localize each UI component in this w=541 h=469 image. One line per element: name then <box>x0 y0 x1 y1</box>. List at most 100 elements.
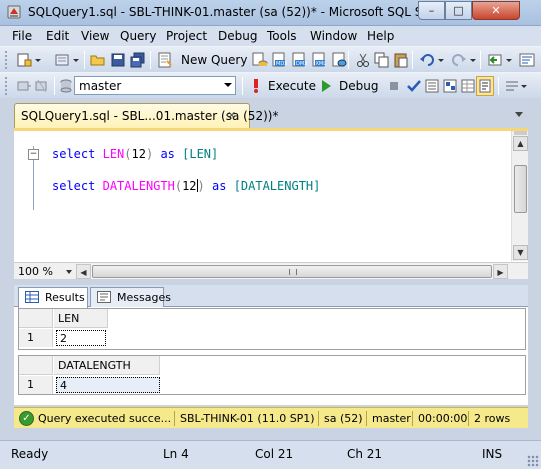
dmx-query-icon[interactable]: DMX <box>292 52 308 68</box>
chevron-down-icon[interactable] <box>224 83 232 87</box>
execute-icon[interactable] <box>248 78 264 94</box>
menu-project[interactable]: Project <box>166 29 207 43</box>
execute-button[interactable]: Execute <box>268 79 316 93</box>
new-query-icon[interactable] <box>157 52 173 68</box>
available-databases-dropdown[interactable]: master <box>74 76 236 95</box>
connect-icon[interactable] <box>16 78 32 94</box>
column-alias: [DATALENGTH] <box>233 179 321 193</box>
editor-vertical-scrollbar[interactable]: ▲ ▼ <box>511 131 528 261</box>
mdx-query-icon[interactable]: MDX <box>272 52 288 68</box>
tab-results[interactable]: Results <box>18 287 88 308</box>
redo-icon[interactable] <box>451 52 467 68</box>
debug-play-icon[interactable] <box>318 78 334 94</box>
add-item-icon[interactable] <box>54 52 70 68</box>
results-to-text-toggle[interactable] <box>476 76 494 96</box>
menu-file[interactable]: File <box>12 29 32 43</box>
editor-horizontal-scrollbar[interactable]: ◀ ▶ <box>76 264 508 279</box>
code-line-2[interactable]: select DATALENGTH(12) as [DATALENGTH] <box>52 179 320 193</box>
change-connection-icon[interactable] <box>34 78 50 94</box>
zoom-dropdown-icon[interactable] <box>66 270 72 274</box>
database-engine-query-icon[interactable] <box>252 52 268 68</box>
result-grid-1[interactable]: LEN 1 2 <box>18 308 526 350</box>
undo-icon[interactable] <box>419 52 435 68</box>
dropdown-arrow-icon[interactable] <box>505 52 513 68</box>
cancel-query-icon[interactable] <box>386 78 402 94</box>
xmla-query-icon[interactable]: XML <box>312 52 328 68</box>
scroll-down-icon[interactable]: ▼ <box>513 245 528 260</box>
menu-query[interactable]: Query <box>120 29 156 43</box>
collapse-region-icon[interactable]: − <box>28 149 39 160</box>
scroll-right-icon[interactable]: ▶ <box>493 264 508 279</box>
save-icon[interactable] <box>110 52 126 68</box>
copy-icon[interactable] <box>374 52 390 68</box>
splitter-handle[interactable] <box>514 131 527 135</box>
column-header[interactable]: LEN <box>54 309 108 328</box>
tab-sqlquery1[interactable]: SQLQuery1.sql - SBL...01.master (sa (52)… <box>14 103 278 128</box>
row-count: 2 rows <box>474 412 511 425</box>
minimize-button[interactable]: – <box>418 1 445 20</box>
cut-icon[interactable] <box>355 52 371 68</box>
toolbar-grip[interactable] <box>5 51 8 69</box>
dropdown-arrow-icon[interactable] <box>72 52 80 68</box>
display-estimated-plan-icon[interactable] <box>424 78 440 94</box>
status-char: Ch 21 <box>347 447 383 461</box>
tab-messages[interactable]: Messages <box>90 287 171 307</box>
tab-close-button[interactable]: ✕ <box>227 109 236 122</box>
dropdown-arrow-icon[interactable] <box>520 78 528 94</box>
new-query-button[interactable]: New Query <box>181 53 247 67</box>
sql-ce-query-icon[interactable] <box>332 52 348 68</box>
column-alias: [LEN] <box>182 147 219 161</box>
debug-button[interactable]: Debug <box>339 79 378 93</box>
results-to-grid-icon[interactable] <box>460 78 476 94</box>
navigate-backward-icon[interactable] <box>487 52 503 68</box>
new-project-icon[interactable] <box>16 52 32 68</box>
dropdown-arrow-icon[interactable] <box>34 52 42 68</box>
open-folder-icon[interactable] <box>90 52 106 68</box>
grid-corner[interactable] <box>19 309 53 328</box>
server-name: SBL-THINK-01 (11.0 SP1) <box>180 412 315 425</box>
toolbar-grip[interactable] <box>5 77 8 95</box>
scroll-thumb[interactable] <box>92 265 492 278</box>
object-explorer-icon[interactable] <box>519 52 535 68</box>
toolbar-separator <box>84 51 85 69</box>
tab-list-dropdown-icon[interactable] <box>515 112 523 117</box>
close-button[interactable]: ✕ <box>472 1 520 20</box>
menu-help[interactable]: Help <box>367 29 394 43</box>
result-grid-2[interactable]: DATALENGTH 1 4 <box>18 355 526 395</box>
grid-cell[interactable]: 4 <box>56 377 160 393</box>
scroll-thumb[interactable] <box>514 165 527 213</box>
row-header[interactable]: 1 <box>19 376 53 394</box>
toolbar-separator <box>54 77 55 95</box>
database-icon <box>60 79 72 93</box>
grid-cell[interactable]: 2 <box>56 330 106 346</box>
code-line-1[interactable]: select LEN(12) as [LEN] <box>52 147 218 161</box>
scroll-up-icon[interactable]: ▲ <box>513 136 528 151</box>
dropdown-arrow-icon[interactable] <box>437 52 445 68</box>
column-header[interactable]: DATALENGTH <box>54 356 160 375</box>
menu-edit[interactable]: Edit <box>46 29 69 43</box>
menu-view[interactable]: View <box>81 29 109 43</box>
grid-corner[interactable] <box>19 356 53 375</box>
paste-icon[interactable] <box>393 52 409 68</box>
scroll-left-icon[interactable]: ◀ <box>76 264 91 279</box>
row-header[interactable]: 1 <box>19 329 53 347</box>
keyword-select: select <box>52 147 96 161</box>
editor-bottom-bar: 100 % ◀ ▶ <box>14 262 528 279</box>
save-all-icon[interactable] <box>130 52 146 68</box>
comment-out-icon[interactable] <box>504 78 520 94</box>
keyword-as: as <box>212 179 227 193</box>
query-designer-icon[interactable] <box>442 78 458 94</box>
database-name: master <box>372 412 411 425</box>
resize-grip[interactable] <box>527 455 539 467</box>
toolbar-separator <box>412 51 413 69</box>
zoom-level[interactable]: 100 % <box>18 265 53 278</box>
maximize-button[interactable]: □ <box>445 1 472 20</box>
parse-checkmark-icon[interactable] <box>406 78 422 94</box>
menu-debug[interactable]: Debug <box>218 29 257 43</box>
tab-messages-label: Messages <box>117 291 171 304</box>
function-len: LEN <box>102 147 125 161</box>
dropdown-arrow-icon[interactable] <box>469 52 477 68</box>
menu-tools[interactable]: Tools <box>267 29 297 43</box>
elapsed-time: 00:00:00 <box>418 412 468 425</box>
menu-window[interactable]: Window <box>310 29 357 43</box>
